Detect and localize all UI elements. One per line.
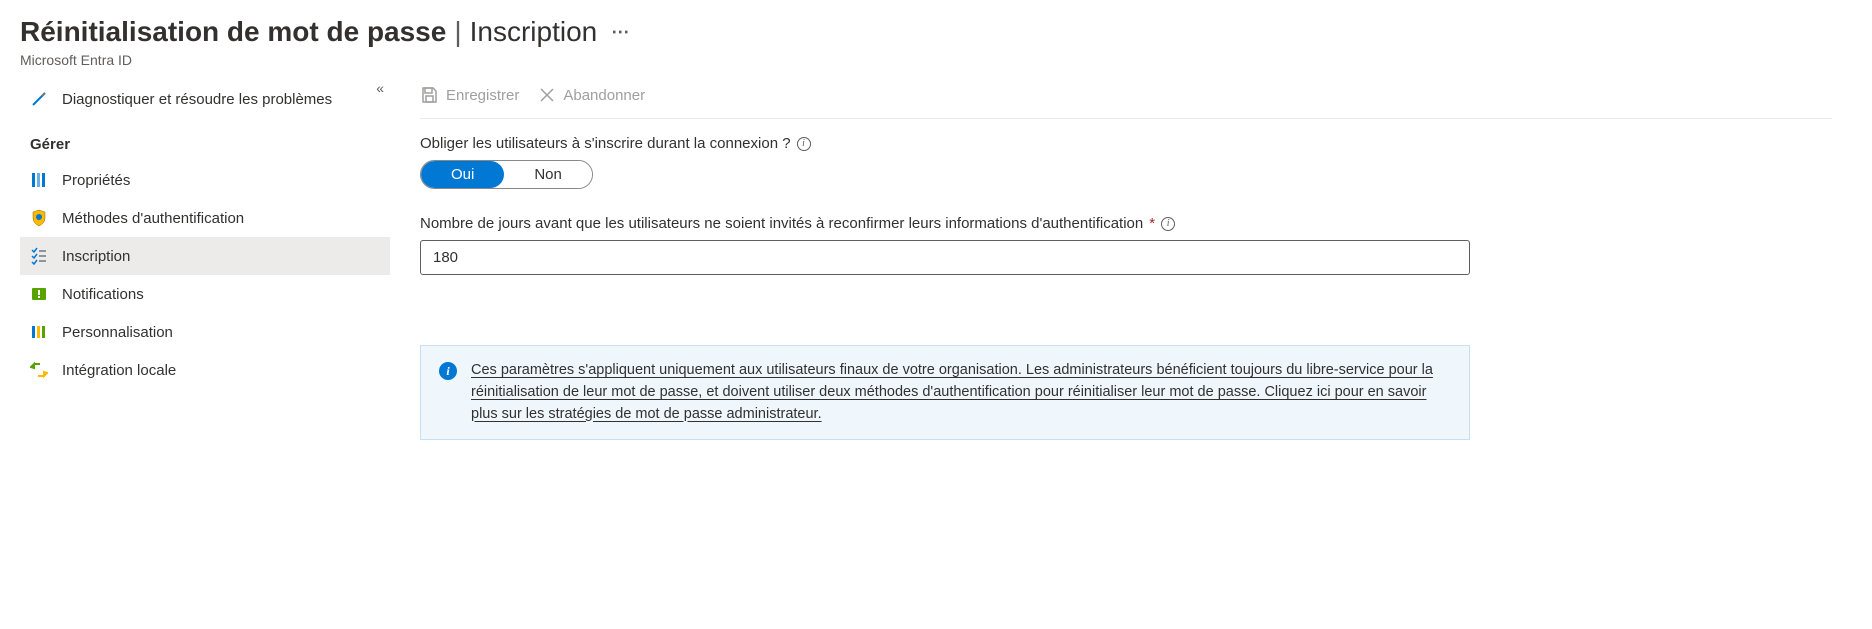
wrench-icon	[30, 90, 48, 108]
days-label: Nombre de jours avant que les utilisateu…	[420, 215, 1832, 232]
discard-button-label: Abandonner	[563, 87, 645, 104]
required-indicator: *	[1149, 215, 1155, 232]
toggle-yes[interactable]: Oui	[421, 161, 504, 188]
title-divider: |	[454, 16, 461, 48]
sidebar-item-label: Inscription	[62, 248, 130, 265]
sidebar-item-label: Intégration locale	[62, 362, 176, 379]
cloud-sync-icon	[30, 361, 48, 379]
sidebar-item-label: Notifications	[62, 286, 144, 303]
sidebar-item-properties[interactable]: Propriétés	[20, 161, 390, 199]
save-icon	[420, 86, 438, 104]
page-header: Réinitialisation de mot de passe | Inscr…	[20, 16, 1852, 68]
properties-icon	[30, 171, 48, 189]
more-menu-icon[interactable]: ⋯	[611, 22, 631, 43]
sidebar: « Diagnostiquer et résoudre les problème…	[20, 80, 390, 440]
shield-icon	[30, 209, 48, 227]
collapse-sidebar-icon[interactable]: «	[376, 80, 384, 96]
title-main: Réinitialisation de mot de passe	[20, 16, 446, 48]
notification-icon	[30, 285, 48, 303]
main-content: Enregistrer Abandonner Obliger les utili…	[420, 80, 1852, 440]
toggle-no[interactable]: Non	[504, 161, 592, 188]
personalization-icon	[30, 323, 48, 341]
save-button[interactable]: Enregistrer	[420, 86, 519, 104]
days-input[interactable]	[420, 240, 1470, 275]
info-box-link[interactable]: Ces paramètres s'appliquent uniquement a…	[471, 360, 1451, 425]
info-icon[interactable]: i	[1161, 217, 1175, 231]
checklist-icon	[30, 247, 48, 265]
title-sub: Inscription	[470, 16, 598, 48]
sidebar-section-header: Gérer	[20, 118, 390, 161]
require-register-label: Obliger les utilisateurs à s'inscrire du…	[420, 135, 1832, 152]
sidebar-item-notifications[interactable]: Notifications	[20, 275, 390, 313]
save-button-label: Enregistrer	[446, 87, 519, 104]
sidebar-item-diagnose[interactable]: Diagnostiquer et résoudre les problèmes	[20, 80, 390, 118]
info-icon[interactable]: i	[797, 137, 811, 151]
subtitle: Microsoft Entra ID	[20, 52, 1852, 68]
toolbar: Enregistrer Abandonner	[420, 80, 1832, 119]
sidebar-item-label: Méthodes d'authentification	[62, 210, 244, 227]
sidebar-item-onprem[interactable]: Intégration locale	[20, 351, 390, 389]
sidebar-item-label: Personnalisation	[62, 324, 173, 341]
info-badge-icon: i	[439, 362, 457, 380]
require-register-toggle[interactable]: Oui Non	[420, 160, 593, 189]
sidebar-item-personalization[interactable]: Personnalisation	[20, 313, 390, 351]
sidebar-item-registration[interactable]: Inscription	[20, 237, 390, 275]
sidebar-item-auth-methods[interactable]: Méthodes d'authentification	[20, 199, 390, 237]
discard-button[interactable]: Abandonner	[539, 87, 645, 104]
sidebar-item-label: Propriétés	[62, 172, 130, 189]
sidebar-item-label: Diagnostiquer et résoudre les problèmes	[62, 91, 332, 108]
close-icon	[539, 87, 555, 103]
page-title: Réinitialisation de mot de passe | Inscr…	[20, 16, 1852, 48]
info-box: i Ces paramètres s'appliquent uniquement…	[420, 345, 1470, 440]
